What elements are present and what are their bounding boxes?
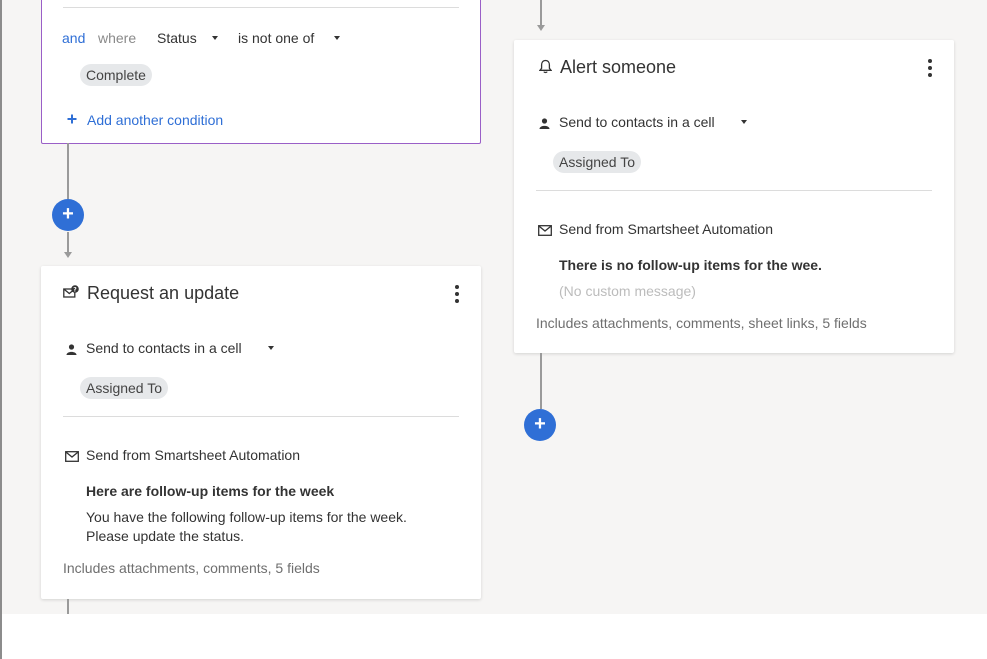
message-placeholder: (No custom message) [559,283,696,299]
includes-summary: Includes attachments, comments, sheet li… [536,315,867,331]
message-subject: There is no follow-up items for the wee. [559,257,822,273]
add-step-button[interactable]: + [52,199,84,231]
divider [536,190,932,191]
plus-icon[interactable] [67,111,77,124]
card-title: Request an update [87,283,240,303]
arrow-down-icon [63,252,72,258]
bottom-panel [2,614,987,659]
recipient-chip[interactable]: Assigned To [553,151,642,173]
connector-line [540,353,542,409]
envelope-icon [65,449,79,462]
more-vertical-icon[interactable] [927,59,933,77]
sender-label: Send from Smartsheet Automation [559,221,773,237]
bell-icon [538,59,553,74]
envelope-icon [538,223,552,236]
message-body-line: You have the following follow-up items f… [86,509,407,525]
recipient-chip[interactable]: Assigned To [80,377,169,399]
recipient-dropdown[interactable]: Send to contacts in a cell [559,114,715,130]
request-update-card: ? Request an update Send to contacts in … [41,266,481,599]
chevron-down-icon[interactable] [334,36,340,40]
chevron-down-icon[interactable] [268,346,274,350]
arrow-down-icon [536,25,545,31]
divider [63,7,459,8]
person-icon [539,116,550,129]
condition-conjunction[interactable]: and [62,30,85,46]
condition-value-chip[interactable]: Complete [80,64,152,86]
add-step-button[interactable]: + [524,409,556,441]
condition-where-label: where [98,30,137,46]
connector-line [67,599,69,614]
chevron-down-icon[interactable] [212,36,218,40]
includes-summary: Includes attachments, comments, 5 fields [63,560,320,576]
alert-someone-card: Alert someone Send to contacts in a cell… [514,40,954,353]
condition-block: and where Status is not one of Complete … [41,0,481,144]
message-subject: Here are follow-up items for the week [86,483,335,499]
more-vertical-icon[interactable] [454,285,460,303]
svg-text:?: ? [73,286,77,293]
condition-field-dropdown[interactable]: Status [157,30,197,46]
left-divider [0,0,2,659]
connector-line [67,143,69,199]
add-another-condition-link[interactable]: Add another condition [87,112,223,128]
card-title: Alert someone [560,57,677,77]
person-icon [66,342,77,355]
chevron-down-icon[interactable] [741,120,747,124]
connector-line [540,0,542,25]
recipient-dropdown[interactable]: Send to contacts in a cell [86,340,242,356]
condition-operator-dropdown[interactable]: is not one of [238,30,314,46]
divider [63,416,459,417]
sender-label: Send from Smartsheet Automation [86,447,300,463]
envelope-question-icon: ? [63,285,79,299]
connector-line [67,232,69,252]
message-body-line: Please update the status. [86,528,244,544]
